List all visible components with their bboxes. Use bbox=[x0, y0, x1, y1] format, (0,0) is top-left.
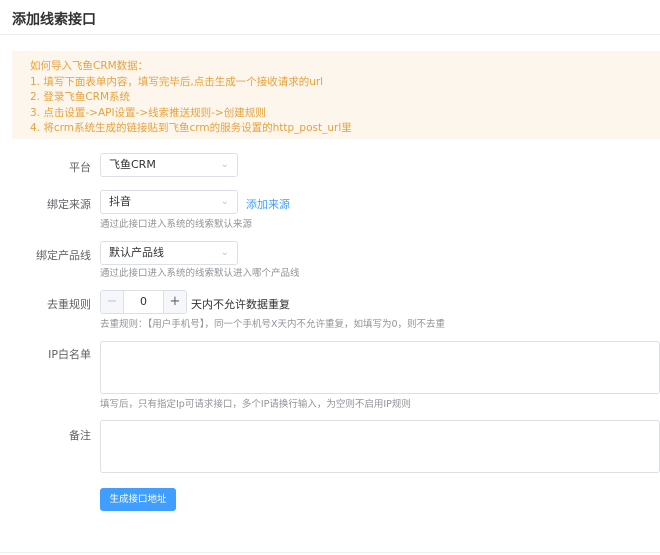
product-line-label: 绑定产品线 bbox=[36, 249, 91, 262]
platform-label: 平台 bbox=[69, 161, 91, 174]
product-line-select-value: 默认产品线 bbox=[109, 246, 164, 259]
remark-textarea[interactable] bbox=[100, 420, 660, 473]
instruction-step-1: 1. 填写下面表单内容，填写完毕后,点击生成一个接收请求的url bbox=[30, 75, 324, 88]
header-divider bbox=[0, 34, 660, 35]
instruction-step-4: 4. 将crm系统生成的链接贴到飞鱼crm的服务设置的http_post_url… bbox=[30, 122, 352, 134]
chevron-down-icon: ⌄ bbox=[220, 196, 229, 207]
platform-select[interactable]: 飞鱼CRM ⌄ bbox=[100, 153, 238, 177]
source-label: 绑定来源 bbox=[47, 198, 91, 211]
dedupe-days-stepper: − 0 + bbox=[100, 290, 187, 314]
page-title: 添加线索接口 bbox=[12, 12, 96, 28]
ip-whitelist-textarea[interactable] bbox=[100, 341, 660, 394]
ip-whitelist-hint: 填写后，只有指定Ip可请求接口，多个IP请换行输入，为空则不启用IP规则 bbox=[100, 399, 411, 410]
footer-divider bbox=[0, 552, 660, 553]
chevron-down-icon: ⌄ bbox=[220, 247, 229, 258]
instruction-step-3: 3. 点击设置->API设置->线索推送规则->创建规则 bbox=[30, 106, 266, 119]
dedupe-suffix: 天内不允许数据重复 bbox=[191, 298, 290, 311]
remark-label: 备注 bbox=[69, 429, 91, 442]
source-hint: 通过此接口进入系统的线索默认来源 bbox=[100, 219, 253, 230]
add-source-link[interactable]: 添加来源 bbox=[246, 196, 290, 212]
source-select[interactable]: 抖音 ⌄ bbox=[100, 190, 238, 214]
generate-url-button[interactable]: 生成接口地址 bbox=[100, 488, 176, 511]
platform-select-value: 飞鱼CRM bbox=[109, 158, 156, 171]
product-line-hint: 通过此接口进入系统的线索默认进入哪个产品线 bbox=[100, 268, 300, 279]
import-instructions: 如何导入飞鱼CRM数据： 1. 填写下面表单内容，填写完毕后,点击生成一个接收请… bbox=[12, 51, 660, 139]
dedupe-label: 去重规则 bbox=[47, 298, 91, 311]
ip-whitelist-label: IP白名单 bbox=[48, 348, 91, 361]
dedupe-hint: 去重规则：【用户手机号】，同一个手机号X天内不允许重复，如填写为0，则不去重 bbox=[100, 319, 446, 330]
instruction-heading: 如何导入飞鱼CRM数据： bbox=[30, 60, 149, 72]
dedupe-days-input[interactable]: 0 bbox=[124, 291, 163, 313]
decrement-button[interactable]: − bbox=[101, 291, 124, 313]
source-select-value: 抖音 bbox=[109, 195, 131, 208]
increment-button[interactable]: + bbox=[163, 291, 186, 313]
product-line-select[interactable]: 默认产品线 ⌄ bbox=[100, 241, 238, 265]
chevron-down-icon: ⌄ bbox=[220, 159, 229, 170]
instruction-step-2: 2. 登录飞鱼CRM系统 bbox=[30, 91, 131, 103]
